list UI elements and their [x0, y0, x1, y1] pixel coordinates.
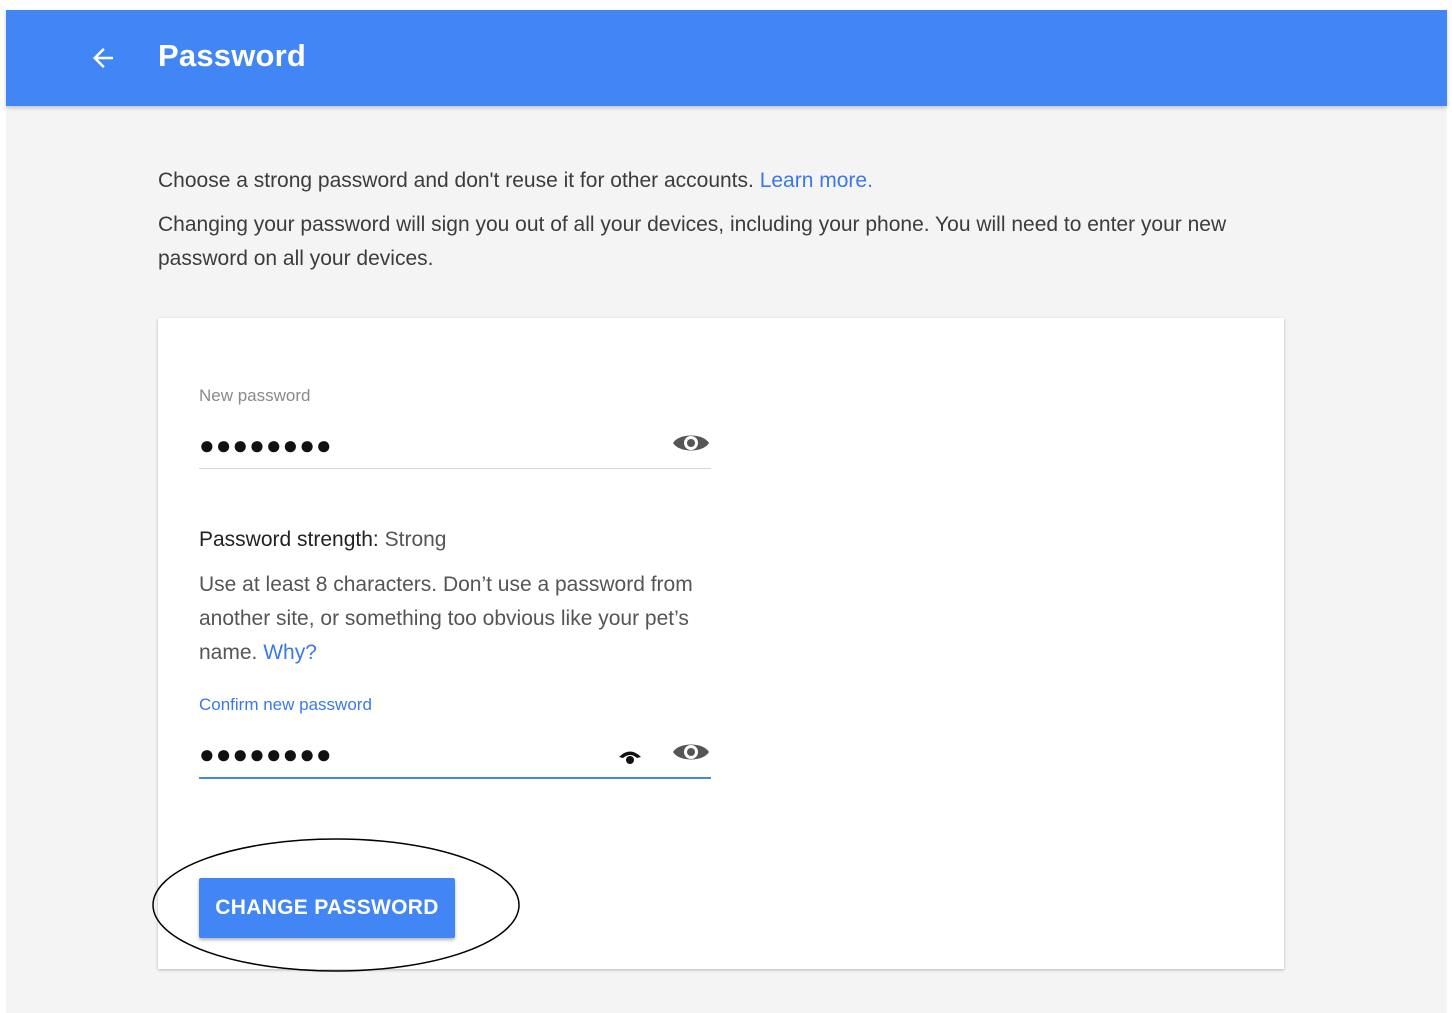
intro-line-1: Choose a strong password and don't reuse… [158, 169, 754, 192]
password-strength-value: Strong [384, 528, 447, 551]
confirm-password-label: Confirm new password [199, 695, 372, 714]
password-strength: Password strength: Strong [199, 528, 446, 552]
page: Password Choose a strong password and do… [6, 10, 1447, 1013]
password-manager-key-icon[interactable] [617, 747, 643, 767]
arrow-back-icon[interactable] [88, 43, 118, 73]
learn-more-link[interactable]: Learn more. [760, 169, 873, 192]
password-strength-label: Password strength: [199, 528, 379, 551]
show-password-eye-icon[interactable] [671, 430, 711, 456]
header-bar: Password [6, 10, 1447, 106]
show-password-eye-icon[interactable] [671, 739, 711, 765]
page-title: Password [158, 38, 307, 73]
confirm-password-field[interactable]: ●●●●●●●● [199, 731, 711, 779]
why-link[interactable]: Why? [263, 641, 317, 664]
password-form-card: New password ●●●●●●●● Password strength:… [158, 318, 1284, 969]
intro-warning: Changing your password will sign you out… [158, 213, 1227, 270]
change-password-button[interactable]: CHANGE PASSWORD [199, 878, 455, 938]
new-password-input[interactable]: ●●●●●●●● [199, 428, 599, 462]
intro-text: Choose a strong password and don't reuse… [158, 164, 1288, 198]
new-password-label: New password [199, 386, 311, 405]
confirm-password-input[interactable]: ●●●●●●●● [199, 737, 599, 771]
password-hint: Use at least 8 characters. Don’t use a p… [199, 568, 719, 670]
new-password-field[interactable]: ●●●●●●●● [199, 422, 711, 469]
